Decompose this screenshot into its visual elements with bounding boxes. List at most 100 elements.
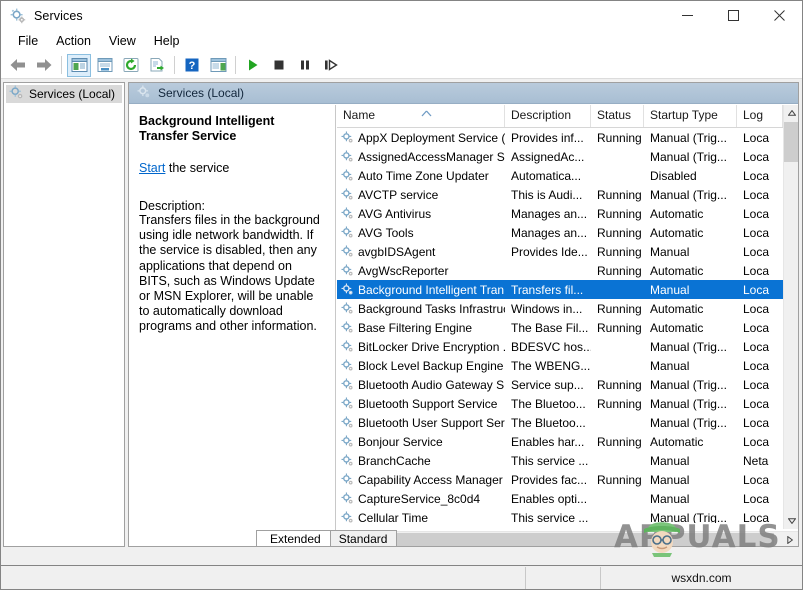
scroll-right-icon[interactable] xyxy=(782,532,798,546)
service-gear-icon xyxy=(341,226,354,239)
service-gear-icon xyxy=(341,473,354,486)
column-header-label: Startup Type xyxy=(650,108,718,122)
scroll-down-icon[interactable] xyxy=(784,513,798,529)
table-row[interactable]: Block Level Backup Engine ... The WBENG..… xyxy=(337,356,783,375)
list-header-row: Name Description Status Startup Type Log xyxy=(337,105,783,128)
cell-startup-type: Automatic xyxy=(650,206,704,221)
table-row[interactable]: AVCTP service This is Audi... Running Manua… xyxy=(337,185,783,204)
restart-service-icon[interactable] xyxy=(319,54,343,77)
table-row[interactable]: AVG Antivirus Manages an... Running Automat… xyxy=(337,204,783,223)
list-rows[interactable]: AppX Deployment Service (... Provides inf… xyxy=(337,128,783,523)
cell-name: AVG Antivirus xyxy=(337,207,505,221)
properties-icon[interactable] xyxy=(93,54,117,77)
table-row[interactable]: Auto Time Zone Updater Automatica... Disab… xyxy=(337,166,783,185)
tab-standard[interactable]: Standard xyxy=(324,530,398,546)
menu-view[interactable]: View xyxy=(100,32,145,50)
table-row[interactable]: Bonjour Service Enables har... Running Auto… xyxy=(337,432,783,451)
service-name-label: AvgWscReporter xyxy=(358,263,449,278)
column-header-status[interactable]: Status xyxy=(591,105,644,127)
table-row[interactable]: Base Filtering Engine The Base Fil... Runn… xyxy=(337,318,783,337)
toolbar-separator xyxy=(235,56,236,74)
table-row[interactable]: AppX Deployment Service (... Provides inf… xyxy=(337,128,783,147)
service-name-label: CaptureService_8c0d4 xyxy=(358,491,481,506)
pause-service-icon[interactable] xyxy=(293,54,317,77)
stop-service-icon[interactable] xyxy=(267,54,291,77)
table-row[interactable]: Bluetooth User Support Ser... The Bluetoo… xyxy=(337,413,783,432)
service-name-label: BranchCache xyxy=(358,453,431,468)
cell-status: Running xyxy=(597,320,642,335)
horizontal-scrollbar-thumb[interactable] xyxy=(354,533,774,546)
cell-log: Locа xyxy=(743,339,770,354)
column-header-startup-type[interactable]: Startup Type xyxy=(644,105,737,127)
column-header-name[interactable]: Name xyxy=(337,105,505,127)
cell-log: Locа xyxy=(743,206,770,221)
table-row[interactable]: Cellular Time This service ... Manual (Tri… xyxy=(337,508,783,523)
cell-log: Locа xyxy=(743,168,770,183)
horizontal-scrollbar[interactable] xyxy=(337,531,798,546)
table-row[interactable]: Bluetooth Audio Gateway S... Service sup.… xyxy=(337,375,783,394)
cell-startup-type: Automatic xyxy=(650,320,704,335)
table-row[interactable]: AssignedAccessManager Se... AssignedAc...… xyxy=(337,147,783,166)
tree-item-services-local[interactable]: Services (Local) xyxy=(6,85,122,103)
maximize-button[interactable] xyxy=(710,1,756,30)
service-name-label: Bonjour Service xyxy=(358,434,443,449)
pane-split: Background Intelligent Transfer Service … xyxy=(129,105,798,546)
table-row[interactable]: BitLocker Drive Encryption ... BDESVC hos… xyxy=(337,337,783,356)
column-header-label: Status xyxy=(597,108,632,122)
cell-name: Bluetooth User Support Ser... xyxy=(337,416,505,430)
cell-description: This service ... xyxy=(511,510,589,524)
tab-label: Extended xyxy=(270,532,321,546)
table-row[interactable]: Capability Access Manager ... Provides fa… xyxy=(337,470,783,489)
back-icon[interactable] xyxy=(6,54,30,77)
start-service-link[interactable]: Start xyxy=(139,161,165,175)
cell-name: BitLocker Drive Encryption ... xyxy=(337,340,505,354)
column-header-log[interactable]: Log xyxy=(737,105,783,127)
table-row[interactable]: Background Tasks Infrastruc... Windows in… xyxy=(337,299,783,318)
service-name-label: avgbIDSAgent xyxy=(358,244,436,259)
table-row-selected[interactable]: Background Intelligent Tran... Transfers … xyxy=(337,280,783,299)
vertical-scrollbar[interactable] xyxy=(783,105,798,529)
show-hide-action-pane-icon[interactable] xyxy=(206,54,230,77)
table-row[interactable]: Bluetooth Support Service The Bluetoo... R… xyxy=(337,394,783,413)
cell-description: Provides fac... xyxy=(511,472,588,487)
cell-description: Windows in... xyxy=(511,301,583,316)
refresh-icon[interactable] xyxy=(119,54,143,77)
help-icon[interactable]: ? xyxy=(180,54,204,77)
cell-startup-type: Manual xyxy=(650,491,690,506)
forward-icon[interactable] xyxy=(32,54,56,77)
scroll-up-icon[interactable] xyxy=(784,105,798,121)
cell-description: Enables har... xyxy=(511,434,585,449)
table-row[interactable]: AvgWscReporter Running Automatic Locа xyxy=(337,261,783,280)
cell-log: Locа xyxy=(743,320,770,335)
tab-label: Standard xyxy=(338,532,388,546)
vertical-scrollbar-thumb[interactable] xyxy=(784,122,798,162)
minimize-button[interactable] xyxy=(664,1,710,30)
cell-description: Enables opti... xyxy=(511,491,588,506)
results-pane-title: Services (Local) xyxy=(158,86,245,100)
export-list-icon[interactable] xyxy=(145,54,169,77)
cell-startup-type: Automatic xyxy=(650,263,704,278)
show-hide-console-tree-icon[interactable] xyxy=(67,53,91,77)
start-service-suffix: the service xyxy=(165,161,230,175)
tab-extended[interactable]: Extended xyxy=(256,530,331,546)
table-row[interactable]: BranchCache This service ... Manual Netа xyxy=(337,451,783,470)
cell-startup-type: Manual (Trig... xyxy=(650,396,727,411)
menu-file[interactable]: File xyxy=(9,32,47,50)
toolbar: ? xyxy=(1,52,802,79)
close-button[interactable] xyxy=(756,1,802,30)
cell-status: Running xyxy=(597,396,642,411)
menu-help[interactable]: Help xyxy=(145,32,189,50)
table-row[interactable]: AVG Tools Manages an... Running Automatic Lo… xyxy=(337,223,783,242)
services-gear-icon xyxy=(9,85,24,103)
table-row[interactable]: CaptureService_8c0d4 Enables opti... Manua… xyxy=(337,489,783,508)
service-gear-icon xyxy=(341,359,354,372)
service-gear-icon xyxy=(341,492,354,505)
service-name-label: BitLocker Drive Encryption ... xyxy=(358,339,505,354)
cell-log: Locа xyxy=(743,187,770,202)
service-name-label: AVG Antivirus xyxy=(358,206,432,221)
column-header-description[interactable]: Description xyxy=(505,105,591,127)
table-row[interactable]: avgbIDSAgent Provides Ide... Running Manual… xyxy=(337,242,783,261)
menu-action[interactable]: Action xyxy=(47,32,100,50)
service-gear-icon xyxy=(341,188,354,201)
start-service-icon[interactable] xyxy=(241,54,265,77)
